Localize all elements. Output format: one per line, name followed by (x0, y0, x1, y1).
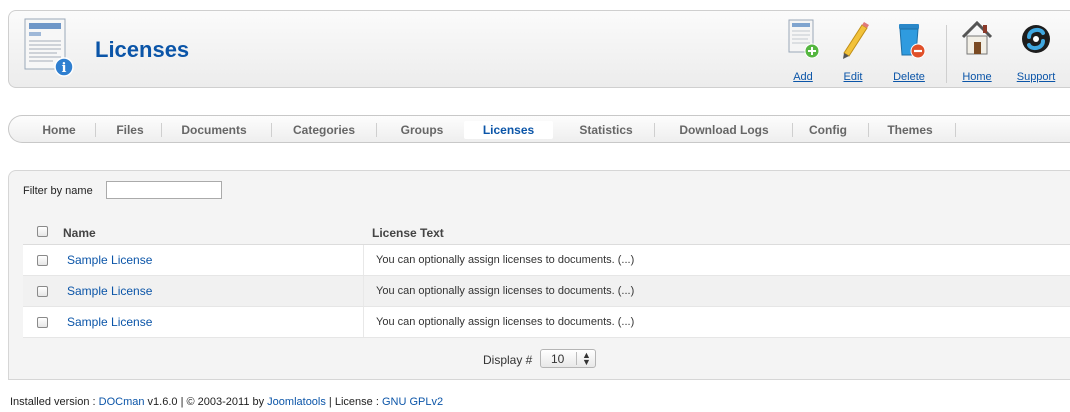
tab-divider (271, 123, 272, 137)
trash-icon (899, 24, 926, 59)
licenses-panel: Filter by name Name License Text Sample … (8, 170, 1070, 380)
footer-version: v1.6.0 | © 2003-2011 by (144, 396, 268, 408)
tab-home[interactable]: Home (29, 121, 89, 139)
tab-divider (654, 123, 655, 137)
tab-statistics[interactable]: Statistics (564, 121, 648, 139)
license-text: You can optionally assign licenses to do… (376, 254, 635, 266)
tab-download-logs[interactable]: Download Logs (664, 121, 784, 139)
main-nav: Home Files Documents Categories Groups L… (8, 115, 1070, 143)
edit-label: Edit (843, 71, 863, 83)
table-row: Sample License You can optionally assign… (23, 307, 1070, 338)
tab-divider (868, 123, 869, 137)
display-count-value: 10 (551, 352, 565, 366)
home-button[interactable]: Home (953, 17, 1001, 85)
licenses-table: Name License Text Sample License You can… (23, 217, 1070, 338)
filter-label: Filter by name (23, 185, 93, 197)
table-row: Sample License You can optionally assign… (23, 276, 1070, 307)
license-name-link[interactable]: Sample License (67, 315, 152, 329)
display-count-select[interactable]: 10 ▲ ▼ (540, 349, 596, 368)
row-checkbox[interactable] (37, 255, 48, 266)
column-header-license-text: License Text (372, 226, 444, 240)
tab-groups[interactable]: Groups (385, 121, 459, 139)
column-header-name[interactable]: Name (63, 226, 96, 240)
home-icon (961, 20, 993, 55)
add-label: Add (793, 71, 813, 83)
tab-divider (376, 123, 377, 137)
select-divider (576, 352, 577, 365)
footer-version-info: Installed version : DOCman v1.6.0 | © 20… (10, 396, 443, 408)
license-text: You can optionally assign licenses to do… (376, 285, 635, 297)
svg-text:i: i (62, 61, 67, 76)
tab-themes[interactable]: Themes (875, 121, 945, 139)
tab-files[interactable]: Files (105, 121, 155, 139)
select-all-checkbox[interactable] (37, 226, 48, 237)
license-name-link[interactable]: Sample License (67, 253, 152, 267)
footer-license-label: | License : (325, 396, 382, 408)
delete-label: Delete (893, 71, 925, 83)
tab-divider (95, 123, 96, 137)
tab-documents[interactable]: Documents (169, 121, 259, 139)
add-icon (788, 19, 820, 59)
document-info-icon: i (24, 18, 74, 77)
table-header: Name License Text (23, 217, 1070, 245)
tab-divider (955, 123, 956, 137)
table-row: Sample License You can optionally assign… (23, 245, 1070, 276)
home-label: Home (962, 71, 992, 83)
toolbar-header: i Licenses Add Edit Delete Home Support (8, 10, 1070, 88)
license-link[interactable]: GNU GPLv2 (382, 396, 443, 408)
license-text: You can optionally assign licenses to do… (376, 316, 635, 328)
toolbar-divider (946, 25, 947, 83)
tab-licenses[interactable]: Licenses (464, 121, 553, 139)
delete-button[interactable]: Delete (885, 17, 933, 85)
support-icon (1022, 25, 1050, 53)
tab-divider (792, 123, 793, 137)
tab-categories[interactable]: Categories (279, 121, 369, 139)
row-checkbox[interactable] (37, 286, 48, 297)
row-checkbox[interactable] (37, 317, 48, 328)
cell-divider (363, 307, 364, 337)
cell-divider (363, 245, 364, 275)
page-title: Licenses (95, 37, 190, 62)
cell-divider (363, 276, 364, 306)
edit-button[interactable]: Edit (829, 17, 877, 85)
support-label: Support (1016, 71, 1056, 83)
footer-prefix: Installed version : (10, 396, 99, 408)
support-button[interactable]: Support (1009, 17, 1063, 85)
pencil-icon (843, 22, 869, 59)
filter-name-input[interactable] (106, 181, 222, 199)
license-name-link[interactable]: Sample License (67, 284, 152, 298)
add-button[interactable]: Add (779, 17, 827, 85)
joomlatools-link[interactable]: Joomlatools (267, 396, 326, 408)
tab-divider (161, 123, 162, 137)
display-count-label: Display # (483, 353, 533, 367)
docman-link[interactable]: DOCman (99, 396, 145, 408)
tab-config[interactable]: Config (798, 121, 858, 139)
select-arrows-icon: ▲ ▼ (582, 350, 591, 367)
